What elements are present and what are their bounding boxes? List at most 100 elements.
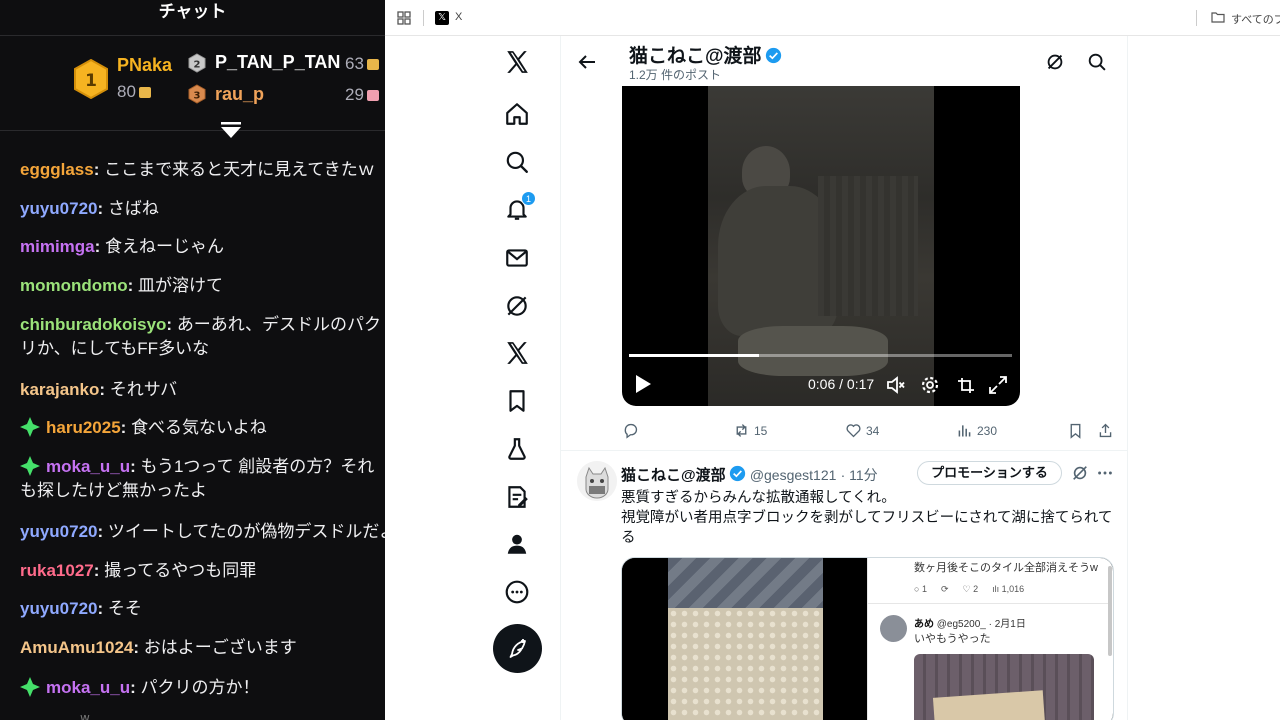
leader-3-name[interactable]: rau_p	[215, 84, 264, 105]
picture-in-picture-icon[interactable]	[955, 375, 975, 395]
x-sidebar: 1	[385, 36, 560, 720]
tweet-header: 猫こねこ@渡部 @gesgest121 · 11分	[621, 465, 878, 484]
x-premium-icon[interactable]	[503, 339, 531, 367]
media-image-right: 数ヶ月後そこのタイル全部消えそうw ○ 1 ⟳ ♡ 2 ılı 1,016 あめ @e…	[867, 558, 1113, 720]
compose-post-button[interactable]	[493, 624, 542, 673]
chat-title: チャット	[0, 0, 385, 36]
chat-message: moka_u_u: もう1つって 創設者の方？それも探したけど無かったよ	[20, 456, 375, 500]
chat-message: chinburadokoisyo: あーあれ、デスドルのパクリか、にしてもFF多…	[20, 315, 381, 358]
cat-avatar-icon	[577, 461, 617, 501]
avatar[interactable]	[577, 461, 617, 501]
chat-panel: チャット 1 PNaka 80 2 P_TAN_P_TAN 63 3 rau_p…	[0, 0, 385, 720]
grok-icon[interactable]	[503, 292, 531, 320]
fullscreen-icon[interactable]	[988, 375, 1008, 395]
home-icon[interactable]	[503, 100, 531, 128]
notifications-icon[interactable]: 1	[503, 191, 536, 223]
mute-icon[interactable]	[886, 375, 906, 395]
grok-icon[interactable]	[1071, 464, 1089, 482]
collapse-leaderboard-icon[interactable]	[220, 122, 242, 140]
svg-text:1: 1	[85, 71, 97, 91]
reply-button[interactable]	[622, 422, 643, 439]
video-player[interactable]: 0:06 / 0:17	[622, 86, 1020, 406]
tab-x[interactable]: X	[455, 11, 462, 23]
rank-2-badge-icon: 2	[188, 53, 206, 73]
reply-text: 数ヶ月後そこのタイル全部消えそうw	[914, 562, 1098, 574]
share-button[interactable]	[1097, 422, 1118, 439]
play-icon[interactable]	[634, 374, 652, 394]
more-options-icon[interactable]	[1096, 464, 1114, 482]
divider	[868, 603, 1108, 604]
gift-icon	[366, 59, 379, 71]
screen: チャット 1 PNaka 80 2 P_TAN_P_TAN 63 3 rau_p…	[0, 0, 1280, 720]
leader-2-name[interactable]: P_TAN_P_TAN	[215, 52, 340, 73]
gift-icon	[366, 90, 379, 102]
tab-divider	[423, 10, 424, 26]
sparkle-badge-icon	[20, 417, 40, 437]
reply-image	[914, 654, 1094, 720]
bookmarks-folder[interactable]: すべてのブックマーク	[1231, 11, 1280, 27]
search-icon[interactable]	[503, 148, 531, 176]
reply-text: いやもうやった	[914, 633, 991, 645]
video-time: 0:06 / 0:17	[808, 376, 875, 392]
leader-1-name[interactable]: PNaka	[117, 55, 172, 76]
chat-message: momondomo: 皿が溶けて	[20, 276, 224, 295]
grok-icon[interactable]	[1044, 51, 1066, 73]
browser-window: 𝕏 X すべてのブックマーク 1	[385, 0, 1280, 720]
profile-name: 猫こねこ@渡部	[629, 41, 782, 68]
sparkle-badge-icon	[20, 677, 40, 697]
tab-bar: 𝕏 X すべてのブックマーク	[385, 0, 1280, 36]
chat-message: moka_u_u: パクリの方か！	[20, 676, 385, 700]
chat-message: eggglass: ここまで来ると天才に見えてきたｗ	[20, 160, 375, 179]
tweet-actions: 15 34 230	[561, 414, 1127, 450]
x-logo-icon[interactable]	[503, 48, 531, 76]
chat-message: yuyu0720: そそ	[20, 599, 142, 618]
tweet-text: 悪質すぎるからみんな拡散通報してくれ。 視覚障がい者用点字ブロックを剥がしてフリ…	[621, 490, 1113, 546]
leader-2-points: 63	[345, 54, 379, 74]
timeline-column: 猫こねこ@渡部 1.2万 件のポスト 0:06 / 0:17 15 34 230…	[560, 36, 1128, 720]
bookmark-button[interactable]	[1067, 422, 1088, 439]
media-image-left	[622, 558, 867, 720]
gift-icon	[138, 87, 151, 99]
back-arrow-icon[interactable]	[577, 52, 597, 72]
compose-feather-icon	[509, 638, 526, 658]
apps-grid-icon[interactable]	[397, 11, 411, 25]
bookmarks-icon[interactable]	[503, 387, 531, 415]
svg-text:2: 2	[194, 60, 201, 71]
avatar	[880, 615, 907, 642]
retweet-button[interactable]: 15	[733, 422, 767, 439]
reply-user: あめ @eg5200_ · 2月1日	[914, 619, 1026, 630]
profile-header: 猫こねこ@渡部 1.2万 件のポスト	[561, 36, 1127, 86]
views-button[interactable]: 230	[956, 422, 997, 439]
post-count: 1.2万 件のポスト	[629, 68, 722, 82]
tweet-media[interactable]: 数ヶ月後そこのタイル全部消えそうw ○ 1 ⟳ ♡ 2 ılı 1,016 あめ @e…	[621, 557, 1114, 720]
articles-icon[interactable]	[503, 483, 531, 511]
chat-bottom-mark: w	[80, 711, 90, 720]
messages-icon[interactable]	[503, 244, 531, 272]
video-frame	[708, 86, 934, 406]
notification-badge: 1	[521, 191, 536, 206]
more-options-icon[interactable]	[503, 578, 531, 606]
profile-icon[interactable]	[503, 530, 531, 558]
leader-1-points: 80	[117, 82, 151, 102]
svg-text:3: 3	[194, 91, 201, 102]
chat-message: karajanko: それサバ	[20, 380, 178, 399]
chat-message: yuyu0720: さばね	[20, 199, 159, 218]
like-button[interactable]: 34	[845, 422, 879, 439]
chat-message: mimimga: 食えねーじゃん	[20, 237, 225, 256]
chat-message: yuyu0720: ツイートしてたのが偽物デスドルだよ	[20, 522, 385, 541]
verified-badge-icon	[729, 465, 745, 482]
tab-divider	[1196, 10, 1197, 26]
promote-button[interactable]: プロモーションする	[917, 461, 1062, 485]
search-icon[interactable]	[1086, 51, 1108, 73]
folder-icon	[1211, 12, 1225, 23]
sparkle-badge-icon	[20, 456, 40, 476]
divider	[561, 450, 1127, 451]
x-favicon-icon: 𝕏	[435, 11, 449, 25]
divider	[0, 130, 385, 131]
rank-3-badge-icon: 3	[188, 84, 206, 104]
jobs-flask-icon[interactable]	[503, 435, 531, 463]
chat-message: haru2025: 食べる気ないよね	[20, 416, 385, 440]
chat-message: AmuAmu1024: おはよーございます	[20, 638, 297, 657]
video-progress-bar[interactable]	[629, 354, 1012, 357]
settings-gear-icon[interactable]	[920, 375, 940, 395]
